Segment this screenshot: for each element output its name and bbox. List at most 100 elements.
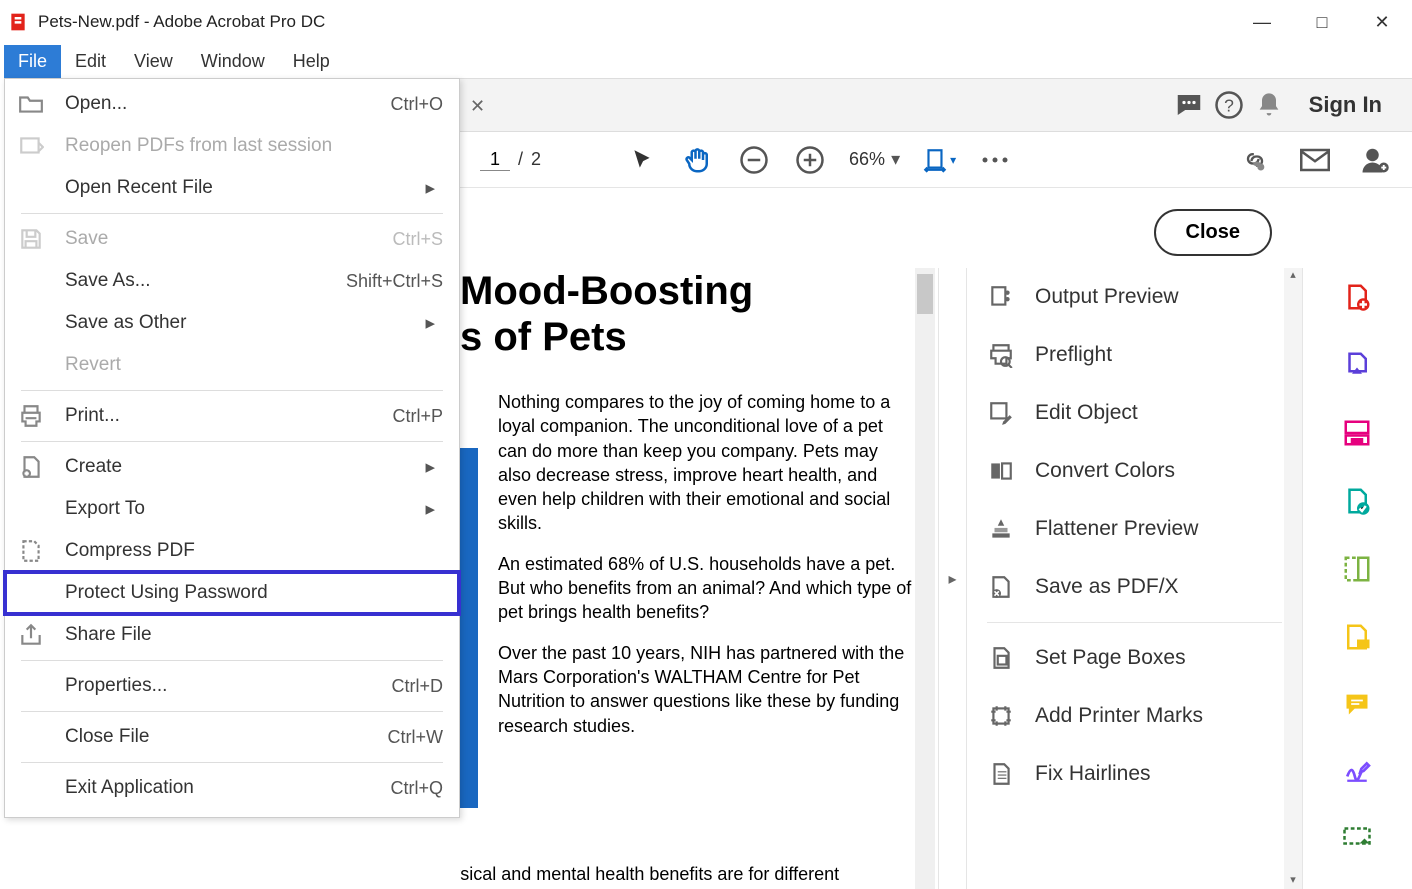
organize-rail-icon[interactable] bbox=[1342, 554, 1374, 586]
menu-edit[interactable]: Edit bbox=[61, 45, 120, 78]
tab-close-icon[interactable]: ✕ bbox=[470, 96, 488, 114]
menu-close-file[interactable]: Close File Ctrl+W bbox=[5, 716, 459, 758]
menu-compress[interactable]: Compress PDF bbox=[5, 530, 459, 572]
comment-speech-rail-icon[interactable] bbox=[1342, 690, 1374, 722]
menu-properties-shortcut: Ctrl+D bbox=[391, 676, 443, 697]
tool-add-printer-marks[interactable]: Add Printer Marks bbox=[967, 687, 1302, 745]
menu-protect-password-label: Protect Using Password bbox=[65, 582, 443, 604]
edit-object-icon bbox=[987, 399, 1015, 427]
add-person-icon[interactable] bbox=[1358, 143, 1392, 177]
create-pdf-rail-icon[interactable] bbox=[1342, 282, 1374, 314]
tool-save-pdfx[interactable]: Save as PDF/X bbox=[967, 558, 1302, 616]
submenu-arrow-icon: ▸ bbox=[425, 177, 435, 200]
zoom-dropdown-icon[interactable]: ▾ bbox=[891, 149, 900, 170]
create-pdf-icon bbox=[17, 453, 45, 481]
tool-rail bbox=[1302, 268, 1412, 889]
doc-paragraph-1: Nothing compares to the joy of coming ho… bbox=[498, 390, 915, 536]
file-menu-dropdown: Open... Ctrl+O Reopen PDFs from last ses… bbox=[4, 78, 460, 818]
menu-close-file-label: Close File bbox=[65, 726, 388, 748]
submenu-arrow-icon: ▸ bbox=[425, 498, 435, 521]
menu-share[interactable]: Share File bbox=[5, 614, 459, 656]
menu-file[interactable]: File bbox=[4, 45, 61, 78]
tool-edit-object[interactable]: Edit Object bbox=[967, 384, 1302, 442]
edit-pdf-rail-icon[interactable] bbox=[1342, 486, 1374, 518]
menu-open-recent[interactable]: Open Recent File ▸ bbox=[5, 167, 459, 209]
menu-reopen-label: Reopen PDFs from last session bbox=[65, 135, 443, 157]
menu-window[interactable]: Window bbox=[187, 45, 279, 78]
document-view: Mood-Boosting s of Pets Nothing compares… bbox=[460, 268, 915, 889]
tool-output-preview[interactable]: Output Preview bbox=[967, 268, 1302, 326]
bell-icon[interactable] bbox=[1249, 85, 1289, 125]
menu-print-label: Print... bbox=[65, 405, 392, 427]
document-toolbar: / 2 66% ▾ ▾ bbox=[460, 132, 1412, 188]
comment-rail-icon[interactable] bbox=[1342, 622, 1374, 654]
hand-tool-icon[interactable] bbox=[681, 143, 715, 177]
doc-title-line2: s of Pets bbox=[460, 315, 627, 359]
page-separator: / bbox=[518, 149, 523, 170]
menu-compress-label: Compress PDF bbox=[65, 540, 443, 562]
menu-create[interactable]: Create ▸ bbox=[5, 446, 459, 488]
menu-open-recent-label: Open Recent File bbox=[65, 177, 443, 199]
menu-save-as-shortcut: Shift+Ctrl+S bbox=[346, 271, 443, 292]
compress-icon bbox=[17, 537, 45, 565]
tool-close-row: Close bbox=[460, 196, 1302, 268]
menu-save-as[interactable]: Save As... Shift+Ctrl+S bbox=[5, 260, 459, 302]
tab-toolbar: ✕ ? Sign In bbox=[460, 78, 1412, 132]
menu-view[interactable]: View bbox=[120, 45, 187, 78]
link-cloud-icon[interactable] bbox=[1238, 143, 1272, 177]
scroll-thumb[interactable] bbox=[917, 274, 933, 314]
menu-open[interactable]: Open... Ctrl+O bbox=[5, 83, 459, 125]
menu-protect-password[interactable]: Protect Using Password bbox=[5, 572, 459, 614]
menu-properties-label: Properties... bbox=[65, 675, 391, 697]
menu-help[interactable]: Help bbox=[279, 45, 344, 78]
zoom-in-icon[interactable] bbox=[793, 143, 827, 177]
convert-colors-icon bbox=[987, 457, 1015, 485]
close-button[interactable]: Close bbox=[1154, 209, 1272, 256]
sign-rail-icon[interactable] bbox=[1342, 758, 1374, 790]
sign-in-button[interactable]: Sign In bbox=[1309, 92, 1382, 118]
window-minimize-button[interactable]: — bbox=[1232, 0, 1292, 44]
output-preview-icon bbox=[987, 283, 1015, 311]
tool-preflight[interactable]: Preflight bbox=[967, 326, 1302, 384]
chevron-right-icon: ▸ bbox=[948, 569, 956, 589]
menu-print[interactable]: Print... Ctrl+P bbox=[5, 395, 459, 437]
menu-properties[interactable]: Properties... Ctrl+D bbox=[5, 665, 459, 707]
menu-export[interactable]: Export To ▸ bbox=[5, 488, 459, 530]
tool-label: Set Page Boxes bbox=[1035, 646, 1186, 670]
flattener-icon bbox=[987, 515, 1015, 543]
more-tools-icon[interactable] bbox=[978, 143, 1012, 177]
scroll-down-icon[interactable]: ▾ bbox=[1284, 873, 1302, 889]
menu-save-label: Save bbox=[65, 228, 392, 250]
tool-fix-hairlines[interactable]: Fix Hairlines bbox=[967, 745, 1302, 803]
tool-set-page-boxes[interactable]: Set Page Boxes bbox=[967, 629, 1302, 687]
combine-rail-icon[interactable] bbox=[1342, 418, 1374, 450]
svg-text:?: ? bbox=[1224, 95, 1234, 115]
doc-paragraph-2: An estimated 68% of U.S. households have… bbox=[498, 552, 915, 625]
select-tool-icon[interactable] bbox=[625, 143, 659, 177]
menu-save-other-label: Save as Other bbox=[65, 312, 443, 334]
page-number-input[interactable] bbox=[480, 149, 510, 171]
chat-icon[interactable] bbox=[1169, 85, 1209, 125]
panel-toggle[interactable]: ▸ bbox=[938, 268, 966, 889]
tool-label: Edit Object bbox=[1035, 401, 1138, 425]
email-icon[interactable] bbox=[1298, 143, 1332, 177]
zoom-out-icon[interactable] bbox=[737, 143, 771, 177]
window-close-button[interactable]: ✕ bbox=[1352, 0, 1412, 44]
folder-open-icon bbox=[17, 90, 45, 118]
tool-label: Save as PDF/X bbox=[1035, 575, 1179, 599]
panel-scrollbar[interactable]: ▴ ▾ bbox=[1284, 268, 1302, 889]
menu-save-shortcut: Ctrl+S bbox=[392, 229, 443, 250]
more-rail-icon[interactable] bbox=[1342, 826, 1374, 858]
document-scrollbar[interactable]: ▴ bbox=[915, 268, 935, 889]
menu-open-label: Open... bbox=[65, 93, 390, 115]
tool-label: Output Preview bbox=[1035, 285, 1179, 309]
help-icon[interactable]: ? bbox=[1209, 85, 1249, 125]
menu-save-other[interactable]: Save as Other ▸ bbox=[5, 302, 459, 344]
tool-convert-colors[interactable]: Convert Colors bbox=[967, 442, 1302, 500]
menu-exit[interactable]: Exit Application Ctrl+Q bbox=[5, 767, 459, 809]
fit-width-icon[interactable]: ▾ bbox=[922, 143, 956, 177]
export-pdf-rail-icon[interactable] bbox=[1342, 350, 1374, 382]
window-maximize-button[interactable]: □ bbox=[1292, 0, 1352, 44]
scroll-up-icon[interactable]: ▴ bbox=[1284, 268, 1302, 284]
tool-flattener-preview[interactable]: Flattener Preview bbox=[967, 500, 1302, 558]
